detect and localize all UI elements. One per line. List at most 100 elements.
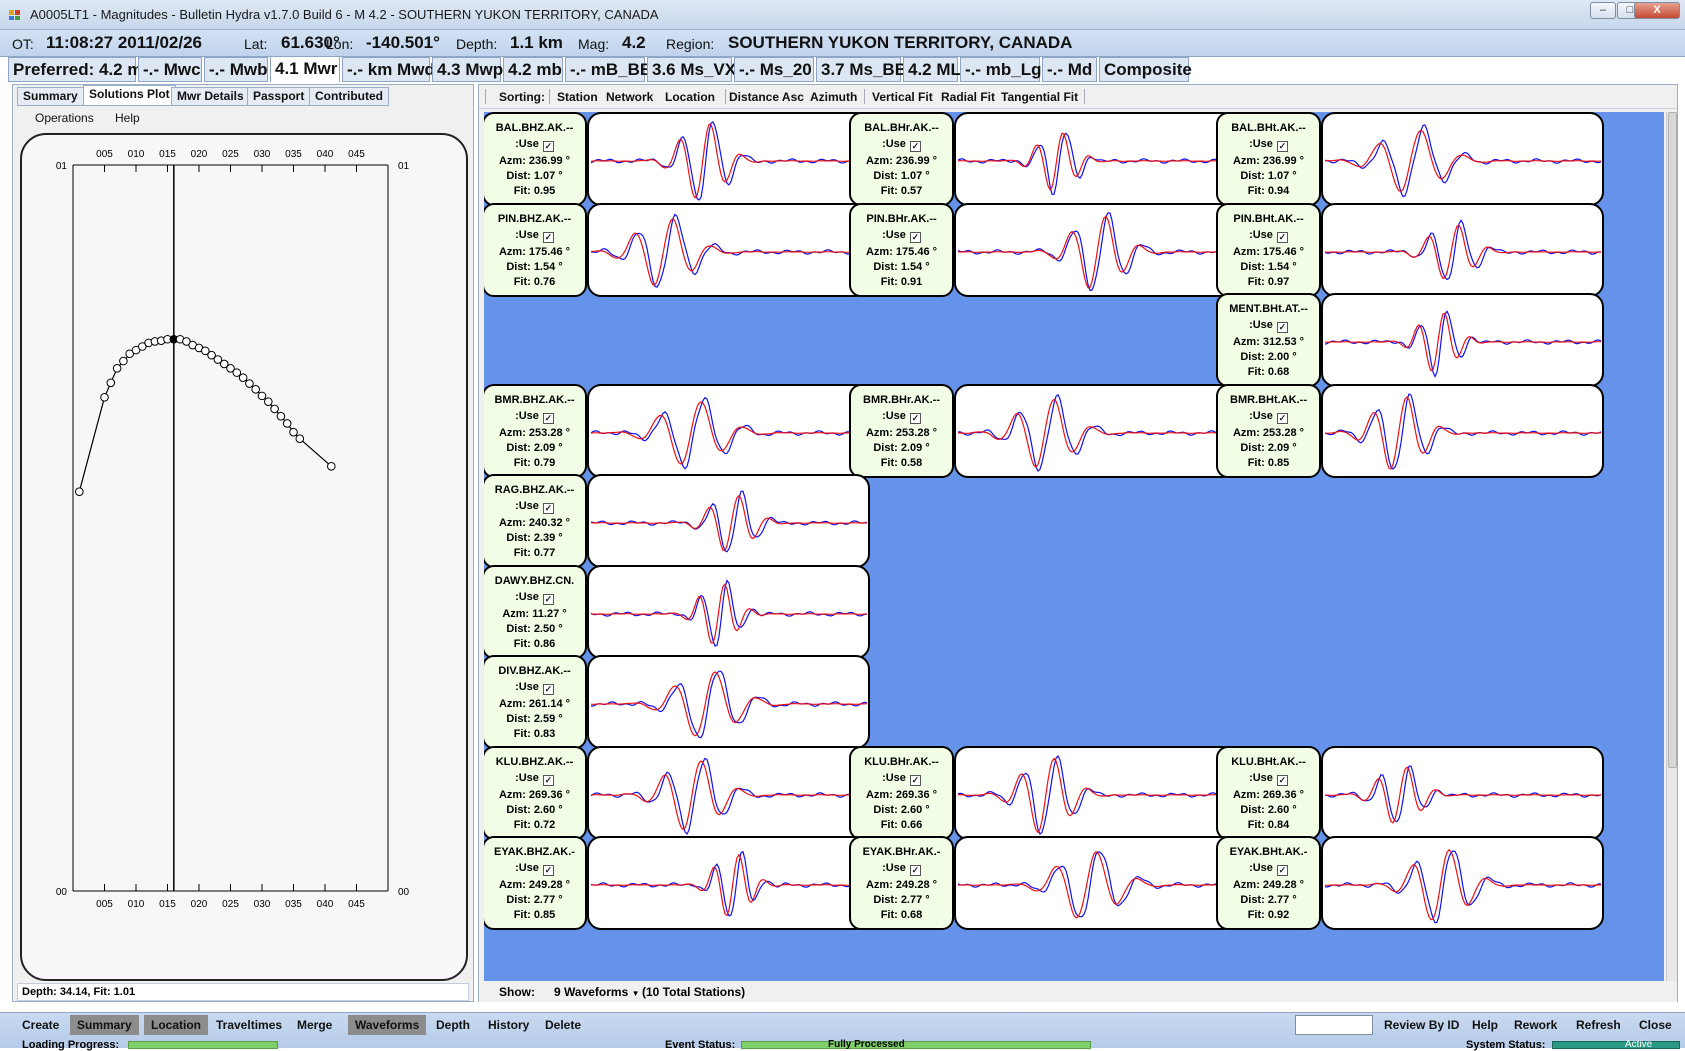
fit-point[interactable] [295, 434, 305, 444]
use-checkbox[interactable]: ✓ [542, 503, 554, 514]
waveform-card[interactable] [954, 836, 1237, 930]
fit-point[interactable] [112, 363, 122, 373]
use-checkbox[interactable]: ✓ [542, 231, 554, 243]
rework-button[interactable]: Rework [1507, 1015, 1564, 1035]
use-toggle[interactable]: :Use ✓ [851, 410, 952, 424]
fit-point[interactable] [289, 427, 298, 437]
use-checkbox[interactable]: ✓ [542, 412, 554, 424]
use-checkbox[interactable]: ✓ [1276, 412, 1288, 424]
tab-solutions-plot[interactable]: Solutions Plot [83, 85, 176, 106]
fit-point[interactable] [100, 393, 109, 402]
use-toggle[interactable]: :Use ✓ [1218, 410, 1319, 424]
tab-mwr-details[interactable]: Mwr Details [171, 87, 250, 106]
use-toggle[interactable]: :Use ✓ [851, 138, 952, 152]
waveform-card[interactable] [587, 383, 870, 478]
waveform-card[interactable] [1321, 293, 1604, 387]
mag-tab-7[interactable]: 4.2 mb [503, 57, 563, 82]
fit-point[interactable] [282, 419, 292, 428]
use-checkbox[interactable]: ✓ [542, 593, 554, 605]
help-button[interactable]: Help [1465, 1015, 1505, 1035]
mag-tab-15[interactable]: Composite [1099, 57, 1192, 82]
use-toggle[interactable]: :Use ✓ [484, 138, 585, 152]
merge-button[interactable]: Merge [290, 1015, 339, 1035]
use-toggle[interactable]: :Use ✓ [1218, 319, 1319, 333]
delete-button[interactable]: Delete [538, 1015, 588, 1035]
close-button[interactable]: Close [1632, 1015, 1679, 1035]
use-checkbox[interactable]: ✓ [542, 684, 554, 695]
use-toggle[interactable]: :Use ✓ [1218, 772, 1319, 786]
review-by-id-button[interactable]: Review By ID [1377, 1015, 1466, 1035]
use-checkbox[interactable]: ✓ [909, 865, 921, 876]
use-toggle[interactable]: :Use ✓ [851, 862, 952, 876]
location-button[interactable]: Location [144, 1015, 208, 1035]
fit-point[interactable] [75, 487, 84, 497]
mag-tab-4[interactable]: 4.1 Mwr [270, 56, 340, 82]
mag-tab-9[interactable]: 3.6 Ms_VX [647, 57, 736, 82]
fit-point[interactable] [232, 368, 242, 377]
history-button[interactable]: History [481, 1015, 536, 1035]
fit-point[interactable] [119, 356, 128, 366]
waveform-card[interactable] [954, 202, 1237, 297]
mag-tab-11[interactable]: 3.7 Ms_BB [816, 57, 907, 82]
fit-point[interactable] [327, 461, 336, 471]
waveform-card[interactable] [587, 745, 870, 840]
use-checkbox[interactable]: ✓ [1276, 865, 1288, 876]
waveform-count-select[interactable]: 9 Waveforms ▼ [554, 982, 640, 1004]
fit-point[interactable] [270, 404, 279, 414]
mag-tab-12[interactable]: 4.2 ML [903, 57, 961, 82]
sort-tangential-fit[interactable]: Tangential Fit [1001, 90, 1078, 104]
use-toggle[interactable]: :Use ✓ [484, 229, 585, 243]
use-toggle[interactable]: :Use ✓ [484, 410, 585, 424]
use-checkbox[interactable]: ✓ [1276, 141, 1288, 152]
mag-tab-5[interactable]: -.- km Mwd [342, 57, 435, 82]
waveform-card[interactable] [1321, 745, 1604, 840]
tab-summary[interactable]: Summary [17, 87, 84, 106]
waveform-card[interactable] [1321, 836, 1604, 930]
use-checkbox[interactable]: ✓ [542, 774, 554, 786]
create-button[interactable]: Create [15, 1015, 66, 1035]
use-checkbox[interactable]: ✓ [909, 412, 921, 424]
use-checkbox[interactable]: ✓ [542, 141, 554, 152]
mag-tab-14[interactable]: -.- Md [1042, 57, 1097, 82]
sort-station[interactable]: Station [557, 90, 598, 104]
waveform-card[interactable] [587, 564, 870, 659]
use-toggle[interactable]: :Use ✓ [851, 229, 952, 243]
sort-radial-fit[interactable]: Radial Fit [941, 90, 995, 104]
mag-tab-6[interactable]: 4.3 Mwp [432, 57, 503, 82]
sort-vertical-fit[interactable]: Vertical Fit [872, 90, 933, 104]
sort-network[interactable]: Network [606, 90, 653, 104]
mag-tab-2[interactable]: -.- Mwc [138, 57, 202, 82]
use-toggle[interactable]: :Use ✓ [1218, 862, 1319, 876]
mag-tab-1[interactable]: Preferred: 4.2 mb [8, 57, 153, 82]
waveform-card[interactable] [587, 655, 870, 749]
depth-button[interactable]: Depth [429, 1015, 477, 1035]
waveform-card[interactable] [587, 474, 870, 568]
help-menu[interactable]: Help [115, 111, 140, 125]
operations-menu[interactable]: Operations [35, 111, 94, 125]
use-toggle[interactable]: :Use ✓ [484, 500, 585, 514]
mag-tab-3[interactable]: -.- Mwb [204, 57, 268, 82]
use-toggle[interactable]: :Use ✓ [1218, 229, 1319, 243]
mag-tab-8[interactable]: -.- mB_BB [565, 57, 652, 82]
refresh-button[interactable]: Refresh [1569, 1015, 1628, 1035]
vertical-scrollbar[interactable] [1666, 112, 1677, 981]
summary-button[interactable]: Summary [70, 1015, 139, 1035]
waveform-card[interactable] [1321, 383, 1604, 478]
tab-contributed[interactable]: Contributed [309, 87, 389, 106]
waveform-card[interactable] [1321, 112, 1604, 206]
use-checkbox[interactable]: ✓ [1276, 322, 1288, 333]
waveform-card[interactable] [954, 112, 1237, 206]
fit-point[interactable] [276, 411, 286, 421]
waveform-card[interactable] [587, 836, 870, 930]
use-toggle[interactable]: :Use ✓ [484, 862, 585, 876]
use-checkbox[interactable]: ✓ [1276, 774, 1288, 786]
traveltimes-button[interactable]: Traveltimes [209, 1015, 289, 1035]
close-window-button[interactable]: X [1634, 2, 1680, 19]
waveform-card[interactable] [1321, 202, 1604, 297]
use-checkbox[interactable]: ✓ [909, 141, 921, 152]
fit-point[interactable] [106, 378, 116, 388]
mag-tab-10[interactable]: -.- Ms_20 [734, 57, 814, 82]
review-id-input[interactable] [1295, 1015, 1373, 1035]
minimize-button[interactable]: – [1590, 2, 1616, 19]
sort-distance-asc[interactable]: Distance Asc [729, 90, 804, 104]
